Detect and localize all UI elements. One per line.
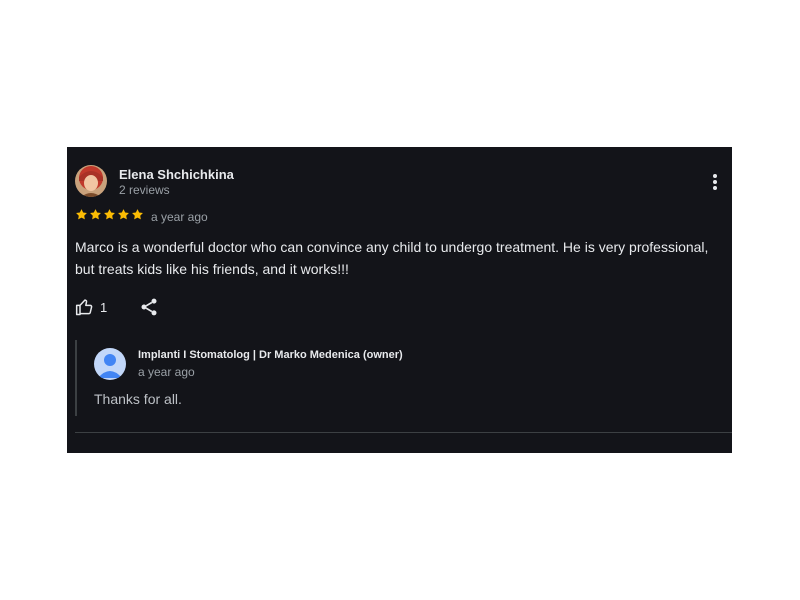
owner-reply: Implanti I Stomatolog | Dr Marko Medenic… xyxy=(75,340,717,416)
review-text: Marco is a wonderful doctor who can conv… xyxy=(75,239,709,277)
reviewer-review-count[interactable]: 2 reviews xyxy=(119,183,170,197)
star-icon xyxy=(118,209,129,220)
more-vert-icon xyxy=(713,174,717,178)
owner-avatar[interactable] xyxy=(94,348,126,380)
share-icon xyxy=(141,298,157,316)
like-count: 1 xyxy=(100,299,108,315)
like-button[interactable]: 1 xyxy=(75,296,107,318)
reviewer-name[interactable]: Elena Shchichkina xyxy=(119,167,234,182)
reviewer-avatar[interactable] xyxy=(75,165,107,197)
thumb-up-icon xyxy=(75,299,93,316)
star-icon xyxy=(104,209,115,220)
star-icon xyxy=(132,209,143,220)
review-card: Elena Shchichkina 2 reviews a year ago M… xyxy=(67,147,732,453)
more-options-button[interactable] xyxy=(707,171,723,193)
owner-reply-time: a year ago xyxy=(138,365,195,379)
share-button[interactable] xyxy=(139,297,159,317)
owner-reply-text: Thanks for all. xyxy=(94,391,182,407)
star-icon xyxy=(90,209,101,220)
star-icon xyxy=(76,209,87,220)
divider xyxy=(75,432,732,433)
owner-reply-author: Implanti I Stomatolog | Dr Marko Medenic… xyxy=(138,349,403,361)
star-rating xyxy=(75,208,144,224)
review-time: a year ago xyxy=(151,210,208,224)
